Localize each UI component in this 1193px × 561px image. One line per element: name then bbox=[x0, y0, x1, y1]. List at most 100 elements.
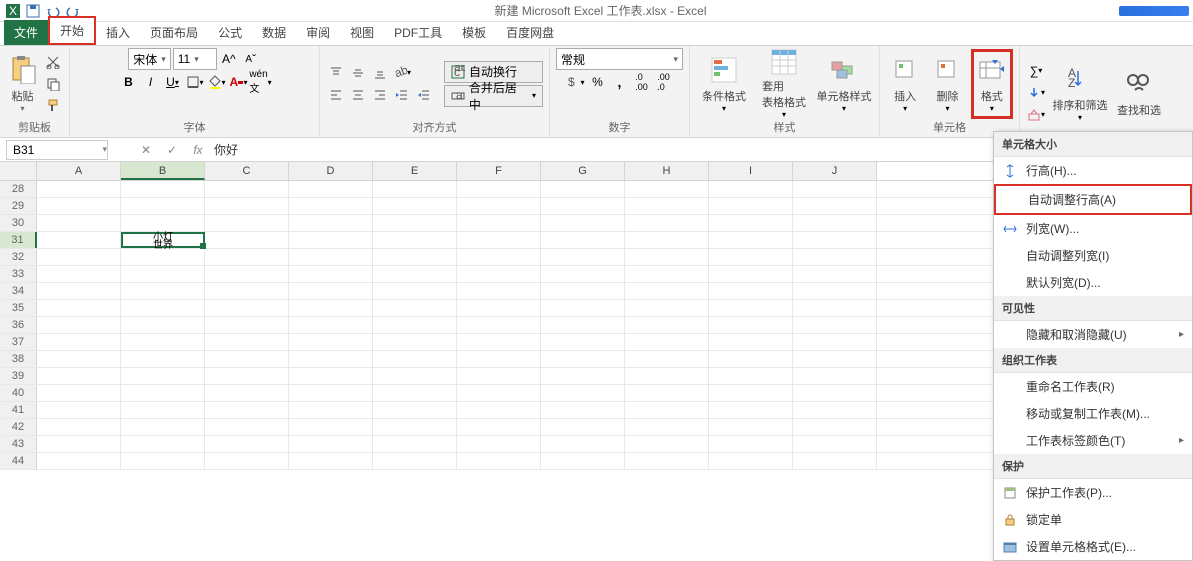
cell[interactable] bbox=[205, 317, 289, 333]
cell[interactable] bbox=[625, 436, 709, 452]
cell[interactable] bbox=[793, 436, 877, 452]
cell[interactable] bbox=[709, 453, 793, 469]
cell[interactable] bbox=[793, 419, 877, 435]
cell[interactable] bbox=[457, 283, 541, 299]
cell[interactable] bbox=[205, 334, 289, 350]
cell[interactable] bbox=[289, 300, 373, 316]
cell[interactable] bbox=[37, 436, 121, 452]
cell[interactable] bbox=[541, 317, 625, 333]
cell[interactable] bbox=[121, 249, 205, 265]
cell[interactable] bbox=[541, 402, 625, 418]
dd-format-cells[interactable]: 设置单元格格式(E)... bbox=[994, 533, 1192, 560]
cell[interactable] bbox=[457, 232, 541, 248]
column-header[interactable]: D bbox=[289, 162, 373, 180]
increase-font-icon[interactable]: A^ bbox=[219, 49, 239, 69]
delete-button[interactable]: 删除▾ bbox=[928, 49, 966, 119]
cell[interactable] bbox=[37, 181, 121, 197]
cell[interactable] bbox=[793, 334, 877, 350]
column-header[interactable]: I bbox=[709, 162, 793, 180]
cell[interactable] bbox=[793, 351, 877, 367]
cell[interactable] bbox=[205, 300, 289, 316]
cell[interactable] bbox=[289, 419, 373, 435]
cell[interactable] bbox=[205, 402, 289, 418]
cell[interactable] bbox=[709, 334, 793, 350]
cell[interactable] bbox=[121, 283, 205, 299]
cell[interactable] bbox=[289, 436, 373, 452]
column-header[interactable]: F bbox=[457, 162, 541, 180]
border-button[interactable]: ▾ bbox=[185, 72, 205, 92]
dd-lock-cell[interactable]: 锁定单 bbox=[994, 506, 1192, 533]
find-select-button[interactable]: 查找和选 bbox=[1114, 58, 1164, 128]
cell[interactable] bbox=[37, 368, 121, 384]
cell[interactable] bbox=[121, 181, 205, 197]
cell[interactable] bbox=[709, 317, 793, 333]
tab-view[interactable]: 视图 bbox=[340, 20, 384, 45]
underline-button[interactable]: U ▾ bbox=[163, 72, 183, 92]
cell[interactable] bbox=[37, 266, 121, 282]
comma-icon[interactable]: , bbox=[610, 72, 630, 92]
cell[interactable] bbox=[373, 334, 457, 350]
dd-autofit-row[interactable]: 自动调整行高(A) bbox=[994, 184, 1192, 215]
cell[interactable] bbox=[709, 198, 793, 214]
autosum-button[interactable]: ∑ ▾ bbox=[1026, 61, 1046, 81]
save-icon[interactable] bbox=[24, 2, 42, 20]
cell[interactable] bbox=[457, 368, 541, 384]
cell[interactable] bbox=[793, 215, 877, 231]
cell[interactable] bbox=[541, 181, 625, 197]
row-header[interactable]: 33 bbox=[0, 266, 37, 282]
cell[interactable] bbox=[793, 368, 877, 384]
cell[interactable] bbox=[289, 402, 373, 418]
cell[interactable] bbox=[289, 181, 373, 197]
increase-decimal-icon[interactable]: .0.00 bbox=[632, 72, 652, 92]
cell[interactable] bbox=[625, 419, 709, 435]
cell[interactable] bbox=[373, 249, 457, 265]
cell[interactable] bbox=[37, 317, 121, 333]
align-left-icon[interactable] bbox=[326, 85, 346, 105]
decrease-font-icon[interactable]: Aˇ bbox=[241, 49, 261, 69]
merge-center-button[interactable]: a合并后居中▾ bbox=[444, 85, 543, 107]
column-header[interactable]: C bbox=[205, 162, 289, 180]
cell[interactable] bbox=[625, 317, 709, 333]
sort-filter-button[interactable]: AZ 排序和筛选▾ bbox=[1050, 58, 1110, 128]
row-header[interactable]: 43 bbox=[0, 436, 37, 452]
decrease-indent-icon[interactable] bbox=[392, 85, 412, 105]
cell[interactable] bbox=[541, 249, 625, 265]
cell[interactable] bbox=[793, 283, 877, 299]
cell[interactable] bbox=[37, 283, 121, 299]
cancel-formula-icon[interactable]: ✕ bbox=[138, 143, 154, 157]
cell[interactable] bbox=[373, 436, 457, 452]
tab-review[interactable]: 审阅 bbox=[296, 20, 340, 45]
cell[interactable] bbox=[793, 198, 877, 214]
cell[interactable] bbox=[541, 232, 625, 248]
cell[interactable] bbox=[793, 300, 877, 316]
cell[interactable] bbox=[793, 266, 877, 282]
cell[interactable] bbox=[205, 198, 289, 214]
cell[interactable] bbox=[541, 198, 625, 214]
cell[interactable] bbox=[793, 249, 877, 265]
cell[interactable] bbox=[625, 453, 709, 469]
cell[interactable] bbox=[121, 368, 205, 384]
row-header[interactable]: 36 bbox=[0, 317, 37, 333]
tab-template[interactable]: 模板 bbox=[452, 20, 496, 45]
cell[interactable] bbox=[709, 181, 793, 197]
cell[interactable] bbox=[541, 266, 625, 282]
bold-button[interactable]: B bbox=[119, 72, 139, 92]
dd-protect-sheet[interactable]: 保护工作表(P)... bbox=[994, 479, 1192, 506]
dd-col-width[interactable]: 列宽(W)... bbox=[994, 215, 1192, 242]
cell[interactable] bbox=[373, 198, 457, 214]
column-header[interactable]: G bbox=[541, 162, 625, 180]
cell[interactable] bbox=[457, 351, 541, 367]
dd-move-copy-sheet[interactable]: 移动或复制工作表(M)... bbox=[994, 400, 1192, 427]
column-header[interactable]: E bbox=[373, 162, 457, 180]
cell[interactable] bbox=[457, 317, 541, 333]
cell[interactable] bbox=[709, 368, 793, 384]
align-bottom-icon[interactable] bbox=[370, 63, 390, 83]
row-header[interactable]: 42 bbox=[0, 419, 37, 435]
tab-baidu[interactable]: 百度网盘 bbox=[496, 20, 564, 45]
align-middle-icon[interactable] bbox=[348, 63, 368, 83]
cell[interactable] bbox=[709, 385, 793, 401]
cell[interactable] bbox=[709, 283, 793, 299]
cell[interactable] bbox=[289, 266, 373, 282]
cell[interactable] bbox=[793, 232, 877, 248]
cell[interactable] bbox=[37, 300, 121, 316]
